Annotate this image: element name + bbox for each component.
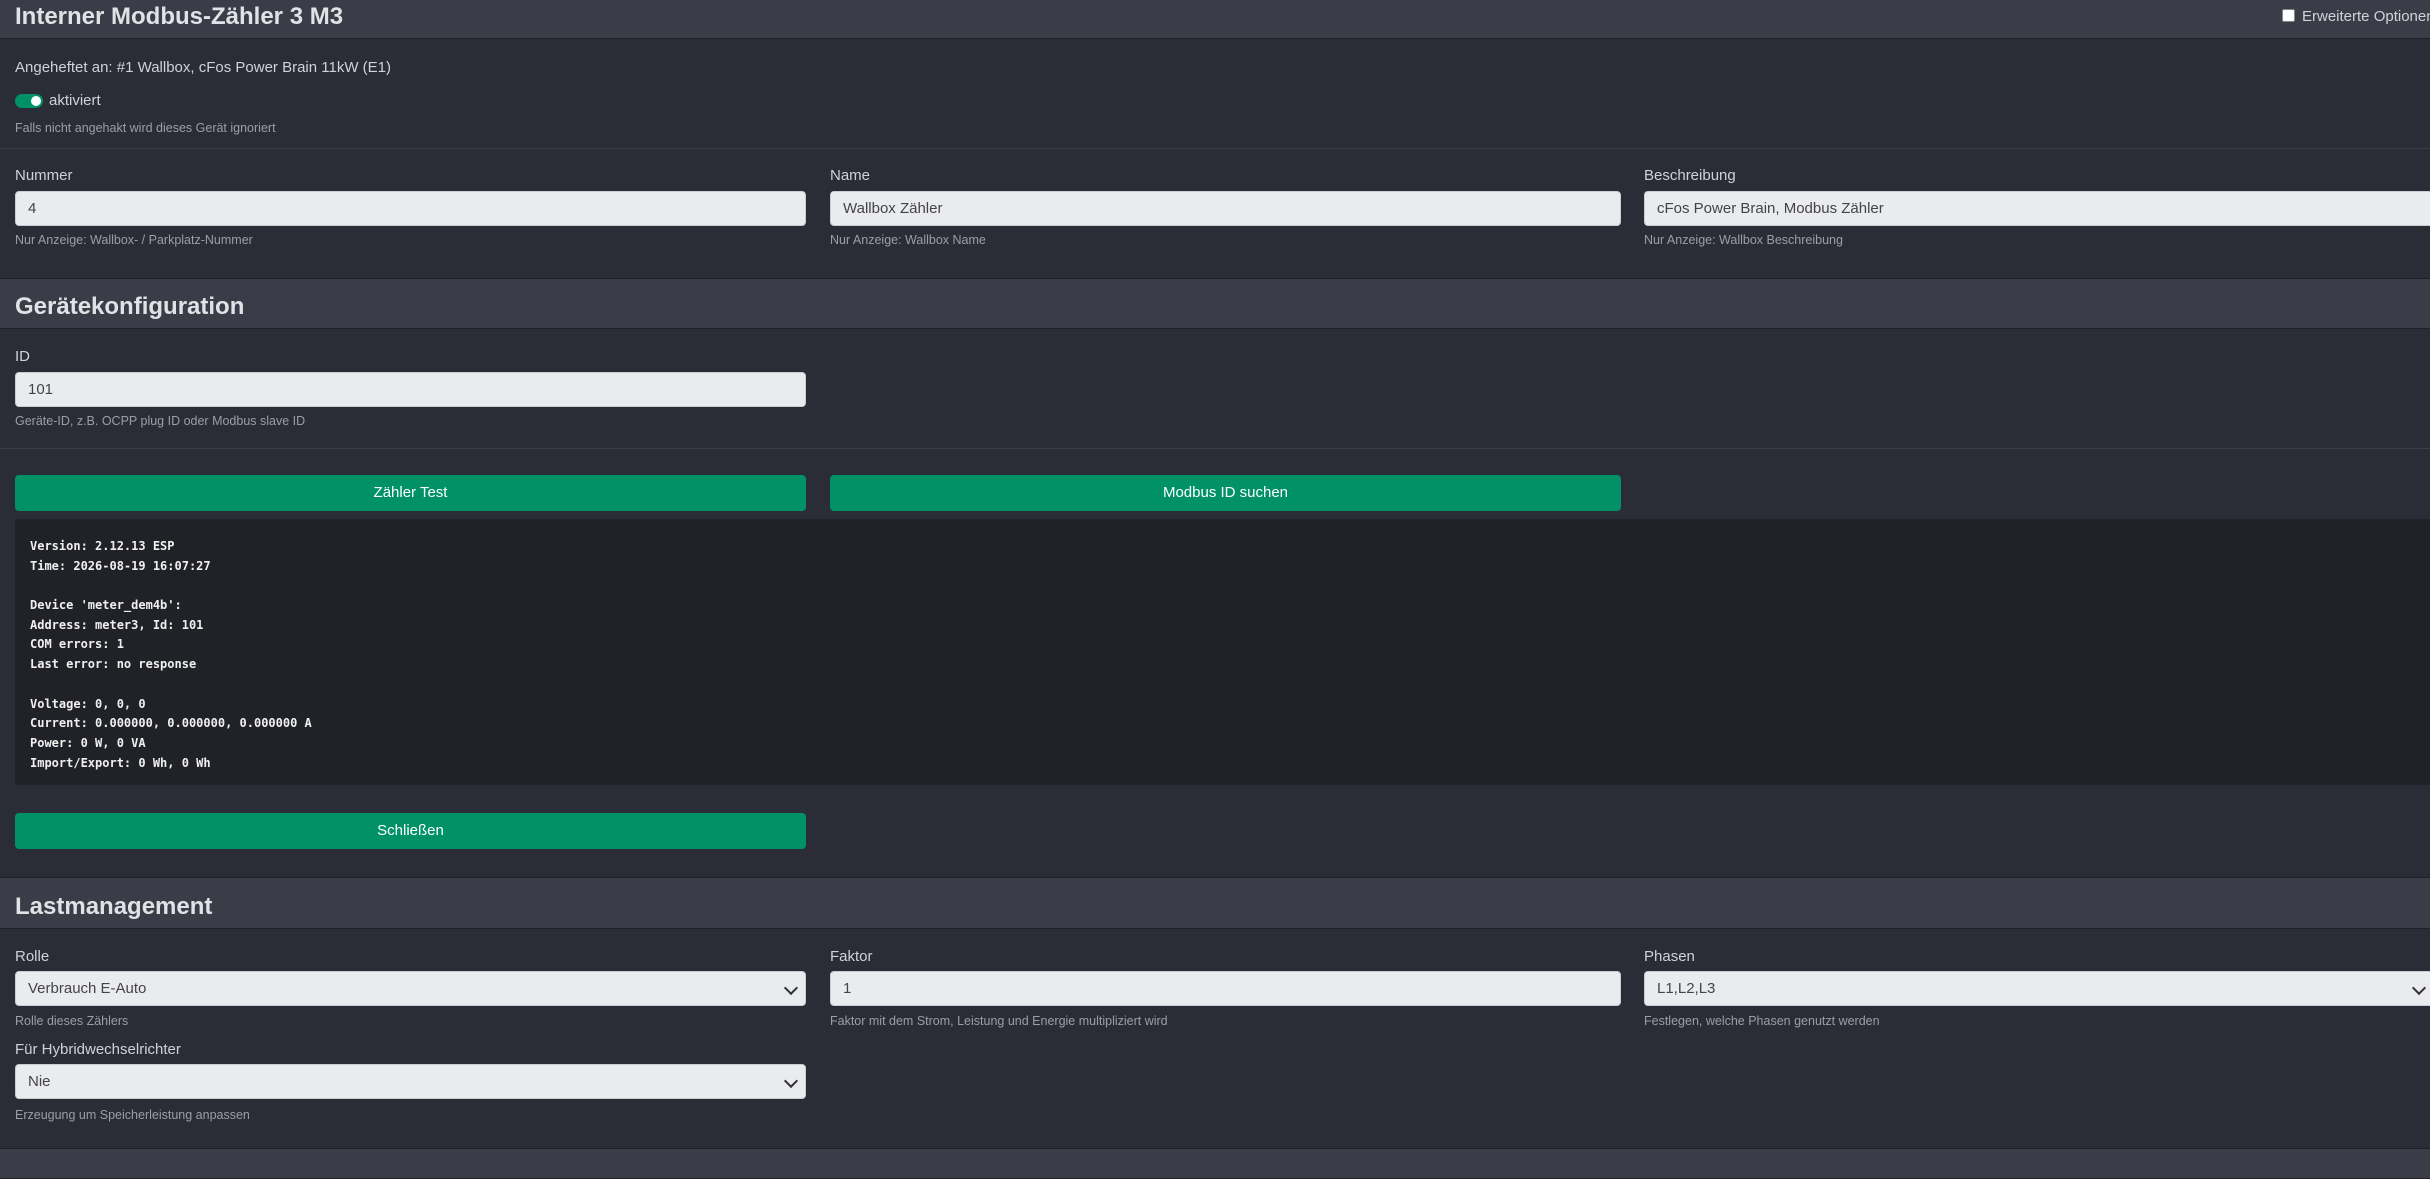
role-select-value: Verbrauch E-Auto	[28, 980, 147, 997]
console-line: Import/Export: 0 Wh, 0 Wh	[30, 755, 211, 770]
chevron-down-icon	[783, 1073, 799, 1089]
meter-test-output: Version: 2.12.13 ESP Time: 2026-08-19 16…	[15, 519, 2430, 785]
description-hint: Nur Anzeige: Wallbox Beschreibung	[1644, 233, 1843, 247]
close-button[interactable]: Schließen	[15, 813, 806, 849]
console-line: Power: 0 W, 0 VA	[30, 735, 146, 750]
description-label: Beschreibung	[1644, 167, 1736, 184]
hybrid-inverter-label: Für Hybridwechselrichter	[15, 1041, 181, 1058]
phases-select[interactable]: L1,L2,L3	[1644, 971, 2430, 1006]
phases-label: Phasen	[1644, 948, 1695, 965]
activated-hint: Falls nicht angehakt wird dieses Gerät i…	[15, 121, 276, 135]
hybrid-inverter-select[interactable]: Nie	[15, 1064, 806, 1099]
toggle-knob	[31, 96, 41, 106]
device-config-title: Gerätekonfiguration	[15, 293, 245, 320]
console-line: Last error: no response	[30, 657, 197, 672]
chevron-down-icon	[783, 980, 799, 996]
load-management-title: Lastmanagement	[15, 893, 213, 920]
attached-to-text: Angeheftet an: #1 Wallbox, cFos Power Br…	[15, 59, 392, 76]
page-title: Interner Modbus-Zähler 3 M3	[15, 3, 344, 30]
console-line: Address: meter3, Id: 101	[30, 617, 204, 632]
factor-label: Faktor	[830, 948, 873, 965]
phases-select-value: L1,L2,L3	[1657, 980, 1716, 997]
console-line: Voltage: 0, 0, 0	[30, 696, 146, 711]
device-config-header: Gerätekonfiguration	[0, 278, 2430, 329]
name-input[interactable]: Wallbox Zähler	[830, 191, 1621, 226]
name-label: Name	[830, 167, 871, 184]
id-hint: Geräte-ID, z.B. OCPP plug ID oder Modbus…	[15, 414, 306, 428]
divider	[0, 448, 2430, 449]
factor-input[interactable]: 1	[830, 971, 1621, 1006]
advanced-options-checkbox[interactable]	[2282, 9, 2295, 22]
activated-toggle[interactable]	[15, 94, 43, 108]
id-input[interactable]: 101	[15, 372, 806, 407]
console-line: Time: 2026-08-19 16:07:27	[30, 558, 211, 573]
console-line: COM errors: 1	[30, 637, 124, 652]
factor-hint: Faktor mit dem Strom, Leistung und Energ…	[830, 1014, 1168, 1028]
advanced-options-label[interactable]: Erweiterte Optionen	[2302, 8, 2430, 25]
hybrid-inverter-hint: Erzeugung um Speicherleistung anpassen	[15, 1108, 250, 1122]
number-label: Nummer	[15, 167, 73, 184]
role-select[interactable]: Verbrauch E-Auto	[15, 971, 806, 1006]
role-hint: Rolle dieses Zählers	[15, 1014, 129, 1028]
id-label: ID	[15, 348, 30, 365]
console-line: Version: 2.12.13 ESP	[30, 539, 175, 553]
divider	[0, 148, 2430, 149]
number-hint: Nur Anzeige: Wallbox- / Parkplatz-Nummer	[15, 233, 253, 247]
role-label: Rolle	[15, 948, 50, 965]
name-hint: Nur Anzeige: Wallbox Name	[830, 233, 986, 247]
load-management-header: Lastmanagement	[0, 877, 2430, 929]
next-section-header	[0, 1148, 2430, 1179]
chevron-down-icon	[2411, 980, 2427, 996]
modbus-id-search-button[interactable]: Modbus ID suchen	[830, 475, 1621, 511]
console-line: Device 'meter_dem4b':	[30, 598, 182, 613]
console-line: Current: 0.000000, 0.000000, 0.000000 A	[30, 716, 312, 731]
description-input[interactable]: cFos Power Brain, Modbus Zähler	[1644, 191, 2430, 226]
meter-test-button[interactable]: Zähler Test	[15, 475, 806, 511]
page-header: Interner Modbus-Zähler 3 M3 Erweiterte O…	[0, 0, 2430, 39]
activated-label[interactable]: aktiviert	[49, 92, 101, 109]
number-input[interactable]: 4	[15, 191, 806, 226]
hybrid-inverter-select-value: Nie	[28, 1073, 51, 1090]
phases-hint: Festlegen, welche Phasen genutzt werden	[1644, 1014, 1880, 1028]
